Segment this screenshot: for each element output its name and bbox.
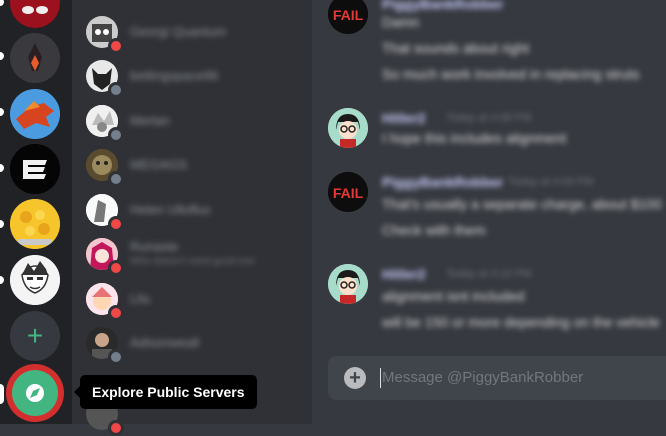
dm-name: MEGAGS — [130, 157, 188, 172]
unread-pill — [0, 108, 4, 116]
dm-item[interactable]: Georgi Quantum — [86, 12, 306, 54]
dm-name: Runaste — [130, 239, 179, 254]
dm-item[interactable]: Merlan — [86, 101, 306, 143]
dm-name: Georgi Quantum — [130, 24, 227, 39]
compass-icon — [12, 370, 58, 416]
dm-item[interactable]: Helen Ultoflux — [86, 190, 306, 232]
dnd-status-icon — [108, 305, 124, 321]
direct-messages-list: Georgi Quantum bettingspace96 Merlan MEG… — [72, 0, 367, 436]
unread-pill — [0, 220, 4, 228]
selected-pill — [0, 384, 4, 404]
offline-status-icon — [108, 127, 124, 143]
offline-status-icon — [108, 349, 124, 365]
message-text: Check with them — [382, 222, 486, 238]
dm-name: bettingspace96 — [130, 68, 219, 83]
message-text: I hope this includes alignment — [382, 130, 567, 146]
dm-item[interactable]: bettingspace96 — [86, 56, 306, 98]
dragon-server-icon — [10, 89, 60, 139]
unread-pill — [0, 0, 4, 6]
message-text: So much work involved in replacing strut… — [382, 66, 640, 82]
avatar[interactable]: FAIL — [328, 0, 368, 34]
message-text: alignment isnt included — [382, 288, 525, 304]
svg-text:FAIL: FAIL — [333, 7, 364, 23]
unread-pill — [0, 52, 4, 60]
upload-plus-icon[interactable]: + — [344, 367, 366, 389]
add-server-button[interactable]: + — [10, 311, 60, 361]
dnd-status-icon — [108, 216, 124, 232]
server-icon-flame[interactable] — [10, 33, 60, 83]
dm-name: Adisonweall — [130, 335, 200, 350]
dnd-status-icon — [108, 260, 124, 276]
fail-avatar-icon: FAIL — [328, 172, 368, 212]
server-icon-e-logo[interactable] — [10, 144, 60, 194]
avatar[interactable]: FAIL — [328, 172, 368, 212]
dm-item[interactable]: MEGAGS — [86, 145, 306, 187]
girl-avatar-icon — [328, 264, 368, 304]
dm-name: Lilu — [130, 291, 151, 306]
message-text: That's usually a separate charge, about … — [382, 196, 662, 212]
flame-server-icon — [10, 33, 60, 83]
server-icon-dragon[interactable] — [10, 89, 60, 139]
dm-item[interactable]: Lilu — [86, 279, 306, 321]
message-timestamp: Today at 4:08 PM — [446, 112, 532, 124]
message-text: will be 150 or more depending on the veh… — [382, 314, 660, 330]
dm-custom-status: Who doesn't need good one — [130, 256, 255, 267]
message-author[interactable]: Hitler2 — [382, 110, 426, 126]
girl-avatar-icon — [328, 108, 368, 148]
message-author[interactable]: PiggyBankRobber — [382, 0, 503, 12]
avatar-server-icon — [10, 255, 60, 305]
message-text: Damn — [382, 14, 420, 30]
server-icon-food[interactable] — [10, 199, 60, 249]
dm-name: Helen Ultoflux — [130, 202, 211, 217]
explore-public-servers-button[interactable] — [6, 364, 64, 422]
dnd-status-icon — [108, 420, 124, 436]
text-caret — [380, 368, 381, 388]
message-composer[interactable]: + Message @PiggyBankRobber — [328, 356, 666, 400]
message-author[interactable]: Hitler2 — [382, 266, 426, 282]
explore-public-servers-tooltip: Explore Public Servers — [74, 375, 257, 409]
unread-pill — [0, 164, 4, 172]
message-input-placeholder: Message @PiggyBankRobber — [382, 369, 584, 386]
server-icon-avatar[interactable] — [10, 255, 60, 305]
dm-item[interactable]: Runaste Who doesn't need good one — [86, 234, 306, 276]
chat-area: FAIL PiggyBankRobber Damn That sounds ab… — [312, 0, 666, 424]
server-icon-spiderman[interactable] — [10, 0, 60, 28]
dm-name: Merlan — [130, 113, 170, 128]
e-logo-server-icon — [10, 144, 60, 194]
message-timestamp: Today at 4:09 PM — [508, 176, 594, 188]
fail-avatar-icon: FAIL — [328, 0, 368, 34]
dnd-status-icon — [108, 38, 124, 54]
message-timestamp: Today at 4:10 PM — [446, 268, 532, 280]
message-author[interactable]: PiggyBankRobber — [382, 174, 503, 190]
avatar[interactable] — [328, 264, 368, 304]
message-text: That sounds about right — [382, 40, 530, 56]
avatar[interactable] — [328, 108, 368, 148]
unread-pill — [0, 276, 4, 284]
server-sidebar: + — [0, 0, 72, 424]
svg-text:FAIL: FAIL — [333, 185, 364, 201]
dm-item[interactable]: Adisonweall — [86, 323, 306, 365]
offline-status-icon — [108, 171, 124, 187]
offline-status-icon — [108, 82, 124, 98]
food-server-icon — [10, 199, 60, 249]
spiderman-icon — [10, 0, 60, 28]
